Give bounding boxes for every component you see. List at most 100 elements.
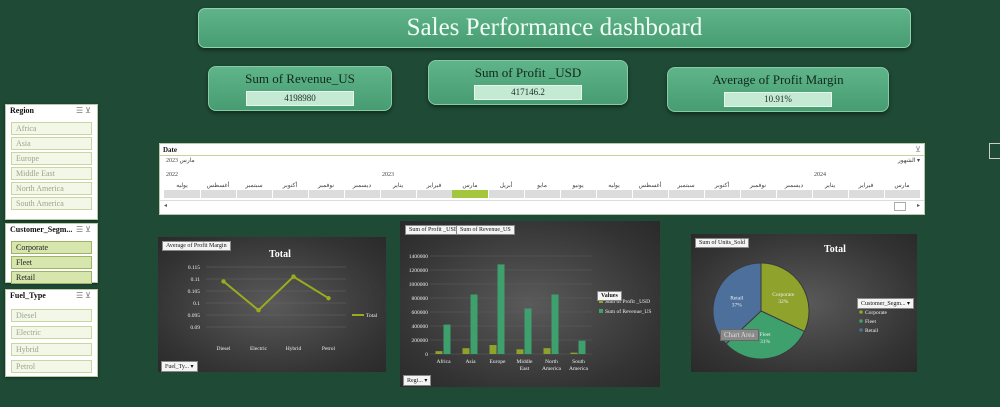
region-item-africa[interactable]: Africa [11, 122, 92, 135]
timeline-month-label[interactable]: يوليه [596, 182, 632, 189]
timeline-month-label[interactable]: أغسطس [632, 182, 668, 189]
scroll-left-icon[interactable]: ◂ [164, 202, 167, 209]
segment-item-fleet[interactable]: Fleet [11, 256, 92, 269]
timeline-month-label[interactable]: يناير [380, 182, 416, 189]
region-item-europe[interactable]: Europe [11, 152, 92, 165]
bar-filter-tag[interactable]: Regi... ▾ [403, 375, 432, 386]
timeline-tick [488, 190, 489, 198]
bar-profit[interactable] [516, 349, 524, 354]
timeline-tick [236, 190, 237, 198]
timeline-title: Date [163, 146, 177, 154]
timeline-month-label[interactable]: مارس [884, 182, 920, 189]
timeline-month-label[interactable]: سبتمبر [236, 182, 272, 189]
region-item-asia[interactable]: Asia [11, 137, 92, 150]
fuel-item-petrol[interactable]: Petrol [11, 360, 92, 373]
chevron-down-icon: ▾ [424, 378, 428, 384]
clear-filter-icon[interactable]: ⊻ [85, 225, 93, 234]
fuel-type-slicer[interactable]: Fuel_Type ☰⊻ Diesel Electric Hybrid Petro… [5, 289, 98, 377]
kpi-revenue-card[interactable]: Sum of Revenue_US 4198980 [208, 66, 392, 111]
line-series-total[interactable] [222, 275, 330, 312]
timeline-month-label[interactable]: فبراير [416, 182, 452, 189]
date-timeline[interactable]: Date ⊻ مارس 2023 الشهور ▾ ◂ ▸ يوليه أغسطس… [159, 143, 925, 215]
timeline-track[interactable] [164, 190, 920, 198]
bar-x-tick-label: Africa [436, 358, 451, 365]
bar-profit[interactable] [543, 348, 551, 354]
timeline-month-label[interactable]: نوفمبر [308, 182, 344, 189]
kpi-profit-card[interactable]: Sum of Profit _USD 417146.2 [428, 60, 628, 105]
clear-filter-icon[interactable]: ⊻ [85, 106, 93, 115]
bar-x-tick-label: Asia [465, 359, 476, 365]
units-pie-chart[interactable]: Sum of Units_Sold Total Corporate 32% Flee… [691, 234, 917, 372]
bar-profit[interactable] [462, 348, 470, 354]
line-filter-tag[interactable]: Fuel_Ty... ▾ [161, 361, 198, 372]
bar-profit[interactable] [570, 352, 578, 354]
bar-profit[interactable] [435, 351, 443, 354]
timeline-level-label: الشهور [897, 158, 916, 164]
region-item-middle-east[interactable]: Middle East [11, 167, 92, 180]
bar-legend-label: Sum of Revenue_US [605, 308, 651, 315]
line-point[interactable] [291, 274, 296, 279]
line-point[interactable] [256, 308, 261, 313]
multi-select-icon[interactable]: ☰ [76, 106, 85, 115]
scroll-thumb[interactable] [894, 202, 906, 211]
timeline-level-dropdown[interactable]: الشهور ▾ [898, 157, 920, 164]
bar-y-tick-label: 400000 [412, 324, 429, 330]
line-point[interactable] [221, 279, 226, 284]
timeline-tick [200, 190, 201, 198]
bar-x-tick-label: East [520, 366, 530, 372]
timeline-month-label[interactable]: ديسمبر [344, 182, 380, 189]
timeline-month-label[interactable]: نوفمبر [740, 182, 776, 189]
timeline-month-label[interactable]: ديسمبر [776, 182, 812, 189]
kpi-margin-card[interactable]: Average of Profit Margin 10.91% [667, 67, 889, 112]
region-item-north-america[interactable]: North America [11, 182, 92, 195]
segment-item-corporate[interactable]: Corporate [11, 241, 92, 254]
pie-legend-label: Corporate [865, 310, 888, 316]
timeline-tick [560, 190, 561, 198]
multi-select-icon[interactable]: ☰ [76, 225, 85, 234]
line-y-tick-label: 0.115 [188, 265, 200, 271]
bar-revenue[interactable] [470, 294, 478, 355]
region-bar-chart[interactable]: Sum of Profit _USD Sum of Revenue_US 0 20… [400, 221, 660, 387]
timeline-month-label[interactable]: سبتمبر [668, 182, 704, 189]
timeline-month-label[interactable]: أبريل [488, 182, 524, 189]
fuel-item-diesel[interactable]: Diesel [11, 309, 92, 322]
timeline-month-label[interactable]: أكتوبر [704, 182, 740, 189]
bar-revenue[interactable] [524, 308, 532, 355]
profit-margin-line-chart[interactable]: Average of Profit Margin Total 0.09 0.095… [158, 237, 386, 372]
timeline-month-label[interactable]: أغسطس [200, 182, 236, 189]
scroll-right-icon[interactable]: ▸ [917, 202, 920, 209]
timeline-month-label[interactable]: فبراير [848, 182, 884, 189]
bar-profit[interactable] [489, 345, 497, 354]
pie-legend-title[interactable]: Customer_Segm... ▾ [857, 298, 915, 309]
region-slicer[interactable]: Region ☰⊻ Africa Asia Europe Middle East … [5, 104, 98, 220]
segment-slicer[interactable]: Customer_Segm... ☰⊻ Corporate Fleet Retai… [5, 223, 98, 284]
clear-filter-icon[interactable]: ⊻ [915, 145, 921, 154]
timeline-year-label: 2023 [382, 172, 394, 178]
timeline-month-label[interactable]: مايو [524, 182, 560, 189]
multi-select-icon[interactable]: ☰ [76, 291, 85, 300]
pie-slice-value: 32% [778, 299, 789, 305]
region-item-south-america[interactable]: South America [11, 197, 92, 210]
pie-slice-value: 31% [760, 339, 771, 345]
clear-filter-icon[interactable]: ⊻ [85, 291, 93, 300]
segment-item-retail[interactable]: Retail [11, 271, 92, 284]
fuel-item-hybrid[interactable]: Hybrid [11, 343, 92, 356]
line-point[interactable] [326, 296, 331, 301]
bar-revenue[interactable] [578, 340, 586, 354]
bar-revenue[interactable] [443, 324, 451, 354]
timeline-month-label[interactable]: مارس [452, 182, 488, 189]
timeline-month-label[interactable]: يوليه [164, 182, 200, 189]
kpi-profit-value: 417146.2 [474, 85, 582, 100]
fuel-item-electric[interactable]: Electric [11, 326, 92, 339]
timeline-month-label[interactable]: يونيو [560, 182, 596, 189]
timeline-selected-period[interactable] [452, 190, 488, 198]
timeline-tick [776, 190, 777, 198]
bar-revenue[interactable] [551, 294, 559, 355]
timeline-selection-label: مارس 2023 [166, 158, 195, 164]
bar-revenue[interactable] [497, 264, 505, 354]
timeline-month-label[interactable]: يناير [812, 182, 848, 189]
pie-slice-label: Fleet [760, 332, 771, 338]
timeline-month-label[interactable]: أكتوبر [272, 182, 308, 189]
timeline-tick [704, 190, 705, 198]
pie-legend-label: Retail [865, 328, 879, 334]
